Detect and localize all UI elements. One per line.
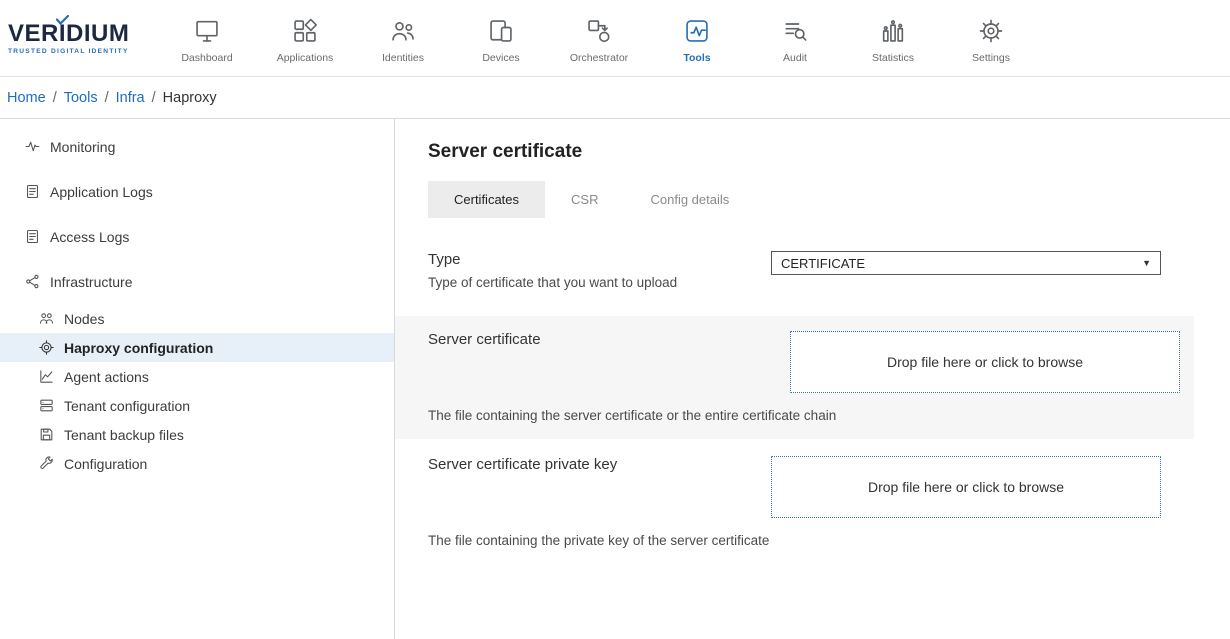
tab-certificates[interactable]: Certificates	[428, 181, 545, 218]
nav-item-orchestrator[interactable]: Orchestrator	[550, 13, 648, 64]
type-select[interactable]: CERTIFICATE ▼	[771, 251, 1161, 275]
breadcrumb-infra[interactable]: Infra	[116, 90, 145, 106]
server-certificate-label: Server certificate	[428, 331, 770, 348]
monitoring-icon	[24, 138, 41, 155]
breadcrumb-separator: /	[105, 90, 109, 106]
private-key-row: Server certificate private key Drop file…	[428, 456, 1161, 548]
server-certificate-help: The file containing the server certifica…	[428, 408, 1180, 423]
tab-config-details[interactable]: Config details	[624, 181, 755, 218]
application-logs-icon	[24, 183, 41, 200]
sidebar-item-label: Infrastructure	[50, 274, 132, 290]
sidebar-item-label: Tenant configuration	[64, 398, 190, 414]
sidebar-item-haproxy-configuration[interactable]: Haproxy configuration	[0, 333, 394, 362]
sidebar-item-label: Nodes	[64, 311, 104, 327]
sidebar-item-label: Access Logs	[50, 229, 129, 245]
orchestrator-icon	[585, 17, 613, 45]
nav-item-audit[interactable]: Audit	[746, 13, 844, 64]
sidebar-item-monitoring[interactable]: Monitoring	[0, 124, 394, 169]
sidebar-item-label: Agent actions	[64, 369, 149, 385]
type-select-value: CERTIFICATE	[781, 256, 865, 271]
breadcrumb-haproxy: Haproxy	[163, 90, 217, 106]
private-key-dropzone[interactable]: Drop file here or click to browse	[771, 456, 1161, 518]
dropzone-text: Drop file here or click to browse	[887, 354, 1083, 370]
tabs: Certificates CSR Config details	[428, 181, 1161, 218]
applications-icon	[291, 17, 319, 45]
haproxy-config-icon	[38, 339, 55, 356]
type-field-label: Type	[428, 251, 751, 268]
main-nav: Dashboard Applications Identities Device…	[158, 13, 1040, 64]
nav-item-statistics[interactable]: Statistics	[844, 13, 942, 64]
nav-label: Audit	[783, 52, 807, 64]
sidebar-item-label: Monitoring	[50, 139, 115, 155]
main-content: Server certificate Certificates CSR Conf…	[395, 119, 1175, 639]
private-key-help: The file containing the private key of t…	[428, 533, 1161, 548]
sidebar-item-application-logs[interactable]: Application Logs	[0, 169, 394, 214]
tenant-configuration-icon	[38, 397, 55, 414]
chevron-down-icon: ▼	[1142, 258, 1151, 268]
sidebar-item-label: Configuration	[64, 456, 147, 472]
breadcrumb: Home / Tools / Infra / Haproxy	[0, 77, 1230, 119]
breadcrumb-tools[interactable]: Tools	[64, 90, 98, 106]
nav-label: Statistics	[872, 52, 914, 64]
statistics-icon	[879, 17, 907, 45]
breadcrumb-separator: /	[152, 90, 156, 106]
sidebar-item-nodes[interactable]: Nodes	[0, 304, 394, 333]
server-certificate-row: Server certificate Drop file here or cli…	[395, 316, 1194, 439]
nav-label: Settings	[972, 52, 1010, 64]
top-navigation-bar: VERIDIUM TRUSTED DIGITAL IDENTITY Dashbo…	[0, 0, 1230, 77]
sidebar-item-configuration[interactable]: Configuration	[0, 449, 394, 478]
sidebar-item-infrastructure[interactable]: Infrastructure	[0, 259, 394, 304]
dropzone-text: Drop file here or click to browse	[868, 479, 1064, 495]
tools-icon	[683, 17, 711, 45]
breadcrumb-home[interactable]: Home	[7, 90, 46, 106]
nav-label: Identities	[382, 52, 424, 64]
sidebar-item-agent-actions[interactable]: Agent actions	[0, 362, 394, 391]
identities-icon	[389, 17, 417, 45]
configuration-icon	[38, 455, 55, 472]
dashboard-icon	[193, 17, 221, 45]
sidebar-item-access-logs[interactable]: Access Logs	[0, 214, 394, 259]
sidebar-item-tenant-configuration[interactable]: Tenant configuration	[0, 391, 394, 420]
infrastructure-icon	[24, 273, 41, 290]
sidebar-item-label: Tenant backup files	[64, 427, 184, 443]
breadcrumb-separator: /	[53, 90, 57, 106]
logo-check-icon	[56, 15, 69, 25]
nav-item-applications[interactable]: Applications	[256, 13, 354, 64]
private-key-label: Server certificate private key	[428, 456, 751, 473]
veridium-logo-text: VERIDIUM	[8, 22, 158, 46]
server-certificate-dropzone[interactable]: Drop file here or click to browse	[790, 331, 1180, 393]
nav-item-identities[interactable]: Identities	[354, 13, 452, 64]
devices-icon	[487, 17, 515, 45]
nav-label: Dashboard	[181, 52, 232, 64]
nav-item-devices[interactable]: Devices	[452, 13, 550, 64]
nav-item-dashboard[interactable]: Dashboard	[158, 13, 256, 64]
sidebar-item-tenant-backup-files[interactable]: Tenant backup files	[0, 420, 394, 449]
type-field-help: Type of certificate that you want to upl…	[428, 275, 751, 290]
nodes-icon	[38, 310, 55, 327]
sidebar-item-label: Haproxy configuration	[64, 340, 213, 356]
tenant-backup-icon	[38, 426, 55, 443]
audit-icon	[781, 17, 809, 45]
nav-item-tools[interactable]: Tools	[648, 13, 746, 64]
nav-label: Devices	[482, 52, 519, 64]
sidebar: Monitoring Application Logs Access Logs …	[0, 119, 395, 639]
sidebar-item-label: Application Logs	[50, 184, 153, 200]
access-logs-icon	[24, 228, 41, 245]
nav-label: Orchestrator	[570, 52, 628, 64]
settings-icon	[977, 17, 1005, 45]
nav-item-settings[interactable]: Settings	[942, 13, 1040, 64]
veridium-logo[interactable]: VERIDIUM TRUSTED DIGITAL IDENTITY	[0, 22, 158, 55]
nav-label: Tools	[683, 52, 710, 64]
agent-actions-icon	[38, 368, 55, 385]
nav-label: Applications	[277, 52, 334, 64]
page-title: Server certificate	[428, 141, 1161, 163]
tab-csr[interactable]: CSR	[545, 181, 624, 218]
type-field-row: Type Type of certificate that you want t…	[428, 251, 1161, 290]
logo-tagline: TRUSTED DIGITAL IDENTITY	[8, 48, 158, 55]
